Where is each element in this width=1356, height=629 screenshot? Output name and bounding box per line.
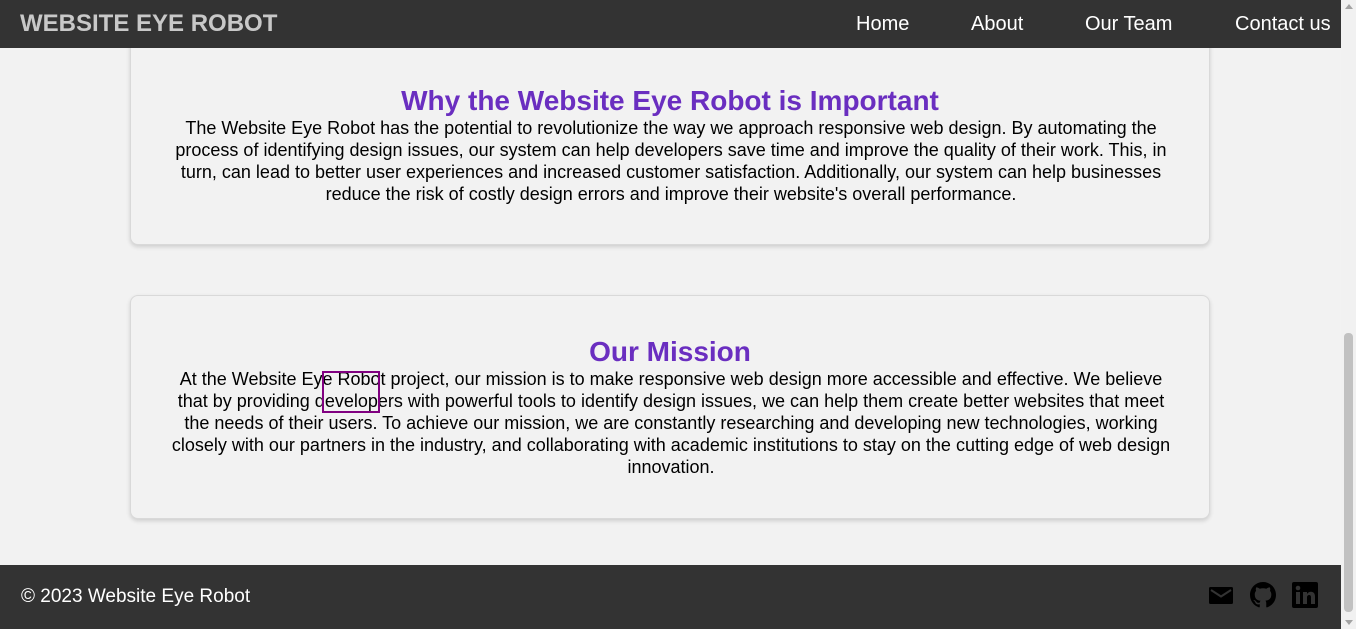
importance-section-body: The Website Eye Robot has the potential … [175,118,1167,204]
nav-link-home[interactable]: Home [856,12,909,36]
nav-link-our-team[interactable]: Our Team [1085,12,1172,36]
mission-section-title: Our Mission [589,336,751,367]
github-icon[interactable] [1250,582,1276,608]
highlight-box [322,371,380,413]
linkedin-icon[interactable] [1292,582,1318,608]
footer: © 2023 Website Eye Robot [0,565,1341,629]
page: WEBSITE EYE ROBOT Home About Our Team Co… [0,0,1341,629]
scrollbar-thumb[interactable] [1344,333,1353,612]
importance-section-card: Why the Website Eye Robot is Important T… [130,30,1210,245]
mission-section-body: At the Website Eye Robot project, our mi… [171,369,1171,477]
importance-section-title: Why the Website Eye Robot is Important [401,85,939,116]
top-navbar: WEBSITE EYE ROBOT Home About Our Team Co… [0,0,1341,48]
nav-link-about[interactable]: About [971,12,1023,36]
mission-section-card: Our Mission At the Website Eye Robot pro… [130,295,1210,519]
scroll-down-arrow-icon[interactable] [1345,620,1353,625]
vertical-scrollbar[interactable] [1341,0,1356,629]
nav-link-contact-us[interactable]: Contact us [1235,12,1331,36]
scroll-up-arrow-icon[interactable] [1345,4,1353,9]
mail-icon[interactable] [1208,582,1234,608]
footer-copyright: © 2023 Website Eye Robot [21,586,251,607]
site-brand[interactable]: WEBSITE EYE ROBOT [20,11,277,37]
